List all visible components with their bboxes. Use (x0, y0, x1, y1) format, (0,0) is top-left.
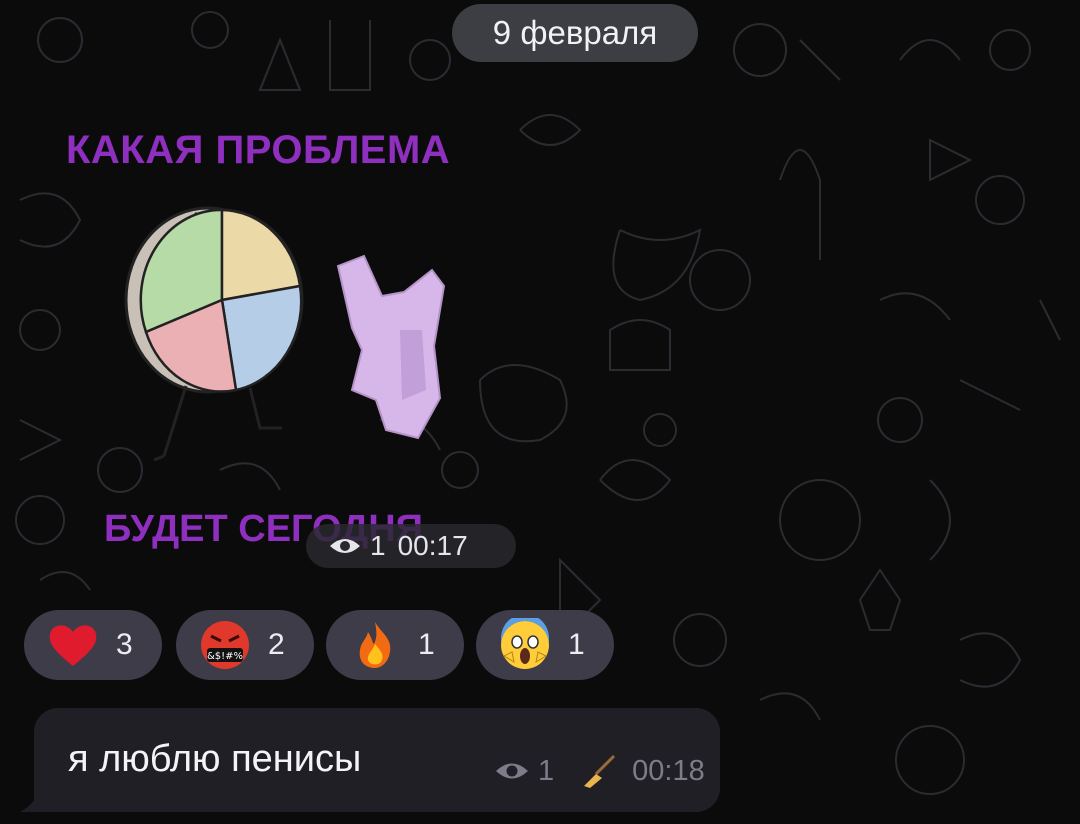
view-count: 1 (538, 754, 555, 787)
reaction-heart[interactable]: 3 (24, 610, 162, 680)
eye-icon (496, 763, 528, 779)
red-heart-icon (49, 625, 97, 666)
reaction-fire[interactable]: 1 (326, 610, 464, 680)
bubble-tail (20, 794, 38, 812)
date-separator: 9 февраля (452, 4, 698, 62)
reaction-count: 2 (268, 628, 285, 661)
fire-icon (359, 622, 391, 668)
message-text: я люблю пенисы (68, 738, 362, 780)
wheel-of-fortune-illustration (124, 206, 446, 462)
message-time: 00:18 (632, 754, 705, 787)
sticker-message[interactable]: КАКАЯ ПРОБЛЕМА БУДЕТ СЕГОДНЯ (60, 100, 540, 570)
svg-text:&$!#%: &$!#% (207, 651, 243, 662)
view-count: 1 (370, 530, 386, 561)
text-message-meta: 1 00:18 (494, 752, 705, 790)
broom-icon (584, 754, 616, 788)
reaction-count: 3 (116, 628, 133, 661)
reaction-count: 1 (418, 628, 435, 661)
reaction-scream[interactable]: 1 (476, 610, 614, 680)
eye-icon (330, 539, 360, 553)
cursing-face-icon: &$!#% (201, 621, 249, 669)
sticker-message-meta: 1 00:17 (306, 524, 516, 568)
message-time: 00:17 (397, 530, 468, 561)
reaction-cursing[interactable]: &$!#% 2 (176, 610, 314, 680)
reaction-count: 1 (568, 628, 585, 661)
screaming-face-icon (501, 618, 549, 669)
text-message-bubble[interactable]: я люблю пенисы 1 00:18 (20, 708, 720, 812)
